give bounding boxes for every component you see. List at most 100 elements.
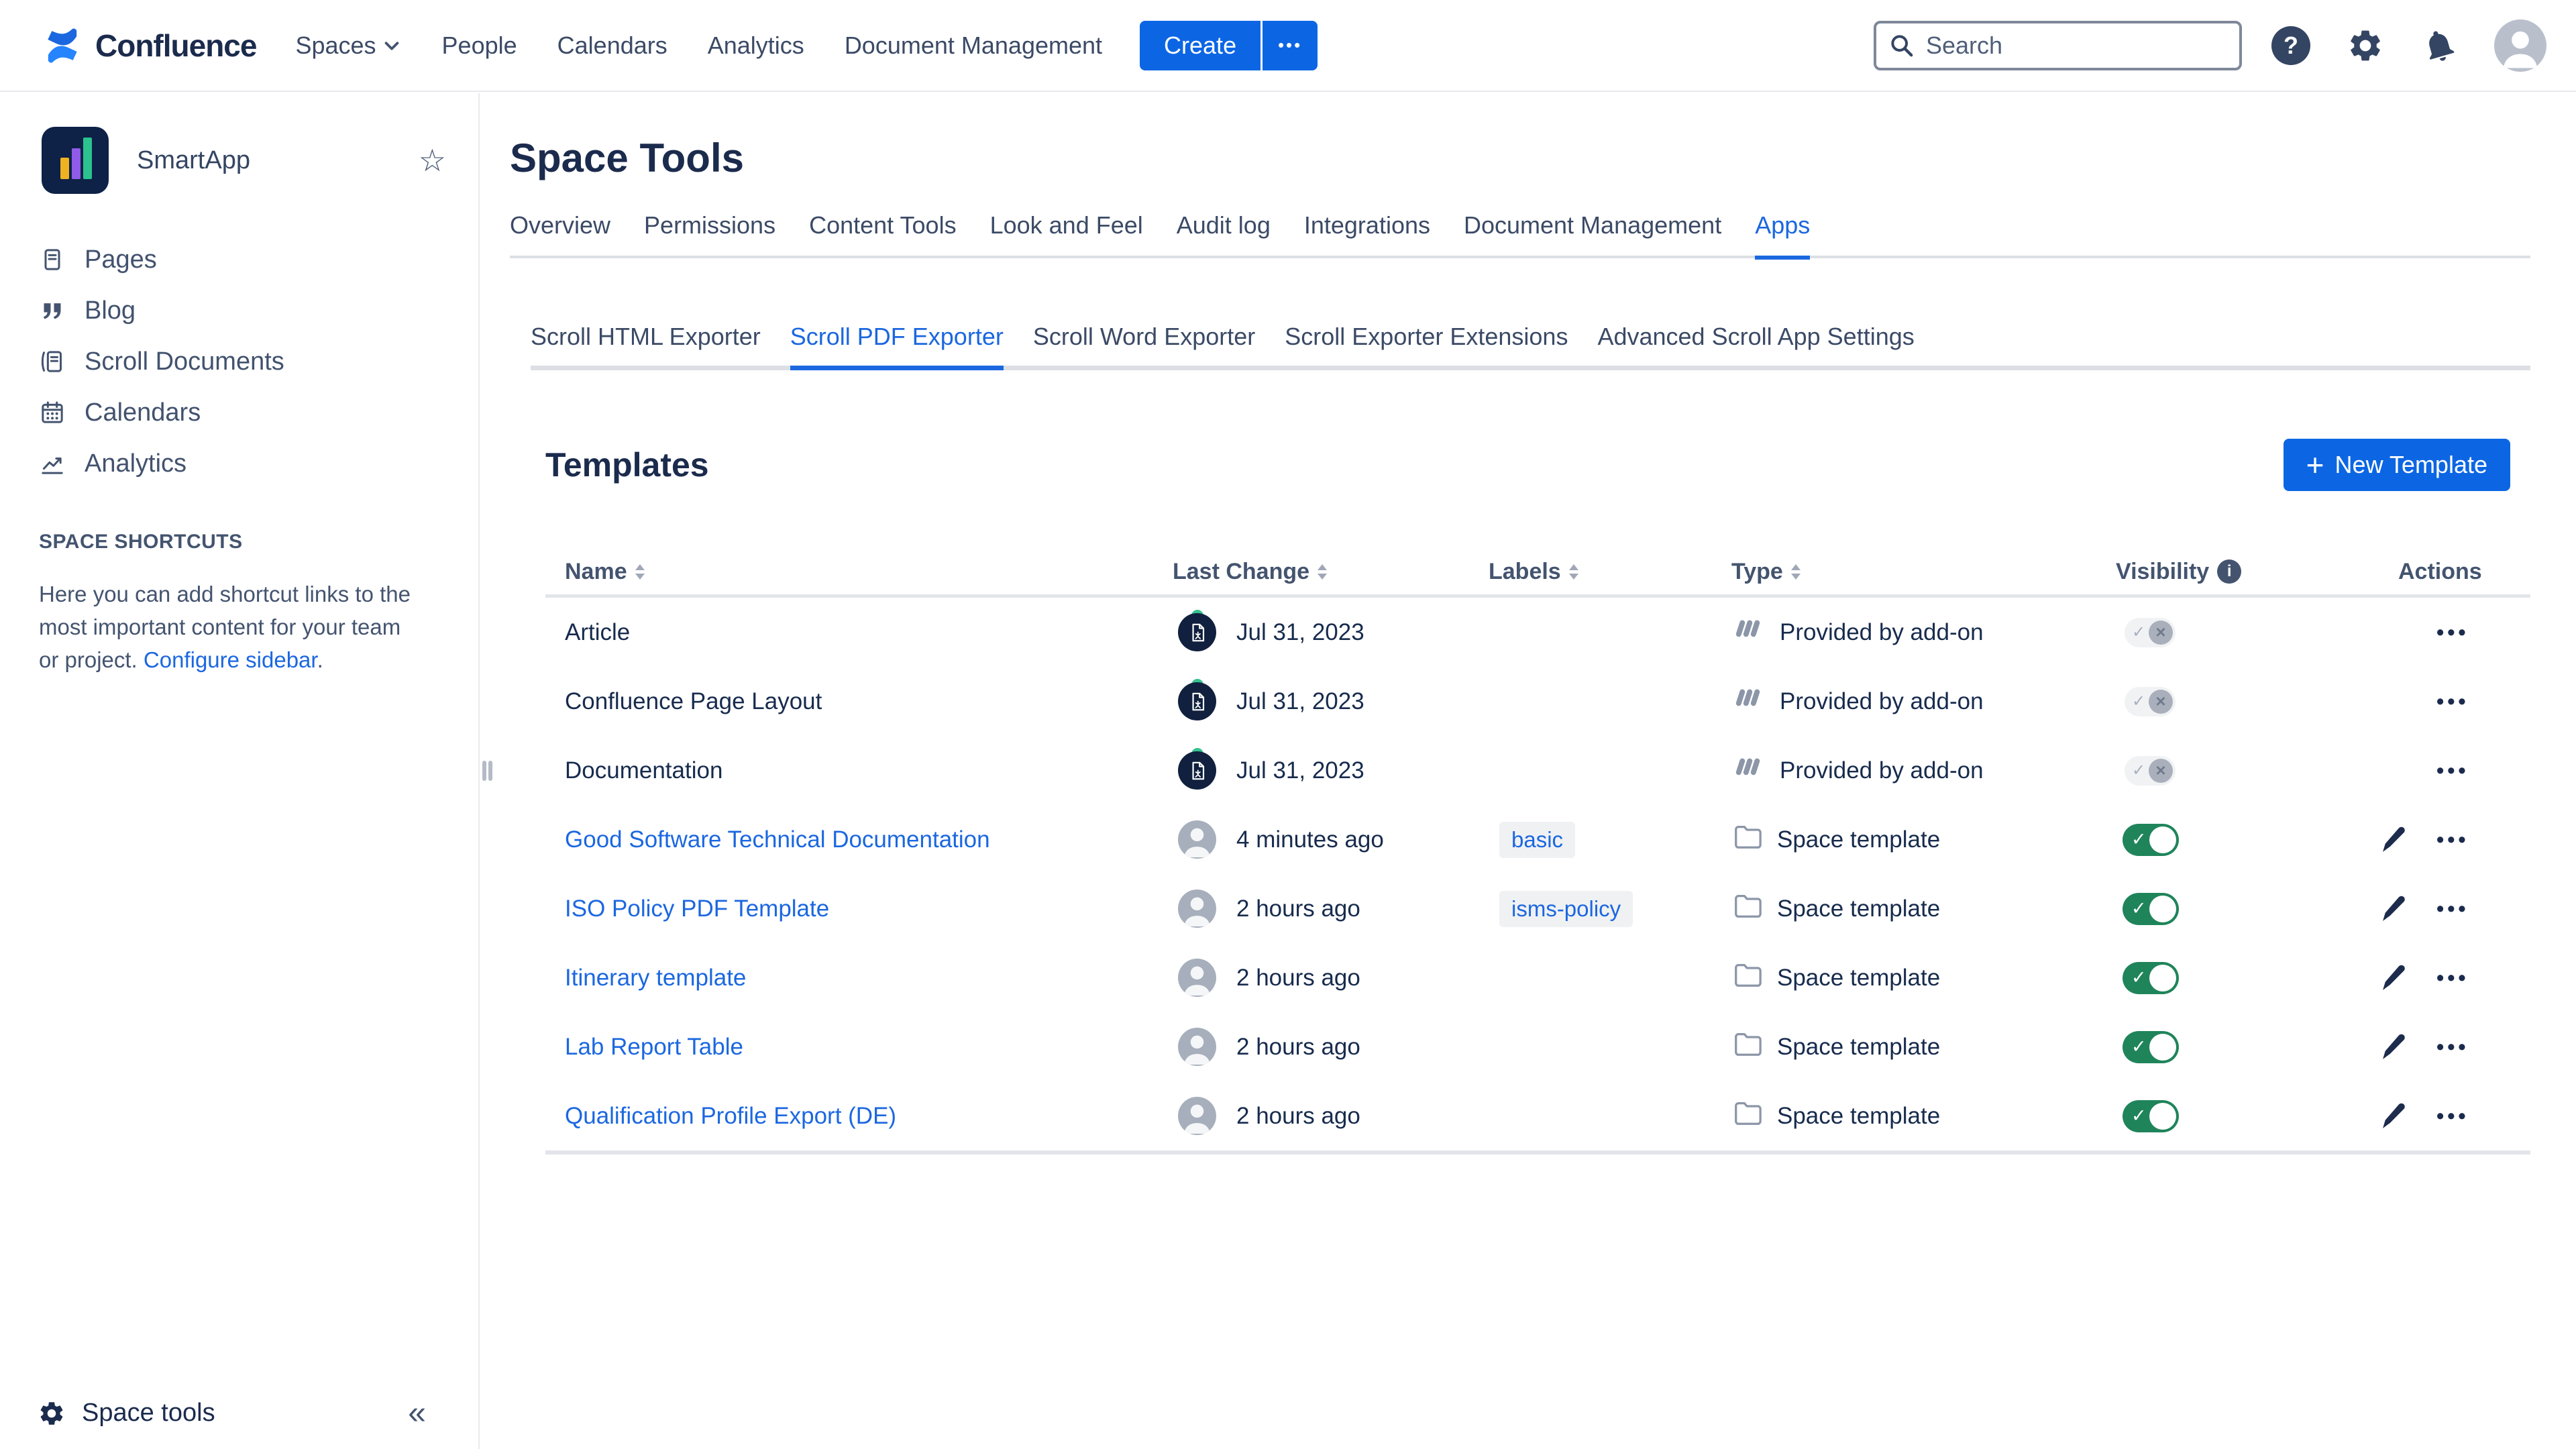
space-header: SmartApp ☆ [42,127,446,194]
table-row: Qualification Profile Export (DE) 2 hour… [545,1081,2530,1150]
visibility-toggle-locked: ✓× [2125,687,2176,716]
label-chip[interactable]: basic [1499,822,1575,858]
edit-icon[interactable] [2377,1032,2408,1063]
user-avatar-icon[interactable] [2494,19,2546,72]
visibility-toggle-on[interactable]: ✓ [2123,1100,2179,1132]
sidebar-item-label: Pages [85,246,157,274]
template-name[interactable]: Qualification Profile Export (DE) [565,1103,896,1130]
sidebar-item-analytics[interactable]: Analytics [0,438,478,489]
confluence-page: Confluence Spaces People Calendars Analytic… [0,0,2576,1449]
help-icon[interactable]: ? [2271,26,2310,65]
subtab-scroll-word-exporter[interactable]: Scroll Word Exporter [1033,323,1255,351]
top-nav-item-document-management[interactable]: Document Management [845,32,1102,60]
subtab-scroll-pdf-exporter[interactable]: Scroll PDF Exporter [790,323,1004,351]
template-name[interactable]: Good Software Technical Documentation [565,826,990,853]
row-menu-icon[interactable]: ••• [2436,1034,2469,1059]
column-header-label: Last Change [1173,559,1309,585]
column-header-label: Visibility [2116,559,2209,585]
space-logo[interactable] [42,127,109,194]
quote-icon [39,297,66,324]
top-nav-item-analytics[interactable]: Analytics [708,32,804,60]
edit-icon[interactable] [2377,824,2408,855]
calendar-icon [39,399,66,426]
sidebar-item-calendars[interactable]: Calendars [0,387,478,438]
template-name: Article [565,619,630,646]
create-button-group: Create ••• [1140,21,1318,70]
search-input[interactable] [1925,31,2196,60]
visibility-toggle-on[interactable]: ✓ [2123,824,2179,856]
subtab-scroll-exporter-extensions[interactable]: Scroll Exporter Extensions [1285,323,1568,351]
visibility-toggle-on[interactable]: ✓ [2123,1031,2179,1063]
star-icon[interactable]: ☆ [419,145,446,176]
visibility-toggle-on[interactable]: ✓ [2123,893,2179,925]
visibility-toggle-on[interactable]: ✓ [2123,962,2179,994]
row-menu-icon[interactable]: ••• [2436,827,2469,852]
sidebar-item-scroll-documents[interactable]: Scroll Documents [0,336,478,387]
top-nav-item-people[interactable]: People [442,32,517,60]
sidebar-item-label: Calendars [85,398,201,427]
edit-icon[interactable] [2377,894,2408,924]
top-nav-item-spaces[interactable]: Spaces [295,32,401,60]
row-menu-icon[interactable]: ••• [2436,1104,2469,1128]
subtab-scroll-html-exporter[interactable]: Scroll HTML Exporter [531,323,761,351]
search-icon [1888,32,1915,59]
user-avatar-icon [1178,959,1216,997]
row-menu-icon[interactable]: ••• [2436,758,2469,783]
column-header-last-change[interactable]: Last Change [1173,559,1489,585]
row-menu-icon[interactable]: ••• [2436,689,2469,714]
info-icon[interactable]: i [2217,559,2241,584]
collapse-sidebar-icon[interactable]: « [408,1395,426,1432]
tab-permissions[interactable]: Permissions [644,211,775,239]
gear-icon[interactable] [2347,27,2384,64]
column-header-label: Labels [1489,559,1561,585]
edit-icon[interactable] [2377,963,2408,994]
last-change-text: 2 hours ago [1236,1034,1360,1061]
sidebar-item-blog[interactable]: Blog [0,285,478,336]
confluence-logo[interactable]: Confluence [42,25,256,66]
edit-icon[interactable] [2377,1101,2408,1132]
sidebar: SmartApp ☆ Pages Blog Scroll Documents Cale… [0,93,480,1449]
last-change-text: 2 hours ago [1236,896,1360,922]
tab-audit-log[interactable]: Audit log [1177,211,1271,239]
sort-arrows-icon[interactable] [1791,564,1801,580]
row-menu-icon[interactable]: ••• [2436,620,2469,645]
template-name[interactable]: Lab Report Table [565,1034,743,1061]
folder-icon [1731,1097,1762,1134]
space-tools-footer[interactable]: Space tools « [38,1395,426,1432]
create-button[interactable]: Create [1140,21,1260,70]
tab-integrations[interactable]: Integrations [1304,211,1430,239]
sort-arrows-icon[interactable] [1318,564,1327,580]
tab-document-management[interactable]: Document Management [1464,211,1721,239]
template-name[interactable]: ISO Policy PDF Template [565,896,829,922]
table-row: Article Jul 31, 2023 [545,598,2530,667]
sort-arrows-icon[interactable] [1569,564,1578,580]
addon-avatar-icon [1178,751,1216,790]
configure-sidebar-link[interactable]: Configure sidebar [144,647,317,672]
bell-icon[interactable] [2416,22,2462,68]
top-nav-item-calendars[interactable]: Calendars [557,32,667,60]
page-icon [39,246,66,273]
sort-arrows-icon[interactable] [635,564,645,580]
column-header-name[interactable]: Name [545,559,1173,585]
row-menu-icon[interactable]: ••• [2436,896,2469,921]
column-header-labels[interactable]: Labels [1489,559,1731,585]
tab-overview[interactable]: Overview [510,211,610,239]
sidebar-item-pages[interactable]: Pages [0,234,478,285]
subtab-advanced-scroll-app-settings[interactable]: Advanced Scroll App Settings [1597,323,1914,351]
label-chip[interactable]: isms-policy [1499,891,1633,927]
last-change-text: 2 hours ago [1236,965,1360,991]
new-template-button[interactable]: + New Template [2284,439,2510,491]
column-header-type[interactable]: Type [1731,559,2116,585]
tab-apps[interactable]: Apps [1755,211,1810,239]
sidebar-item-label: Scroll Documents [85,347,284,376]
space-shortcuts-title: SPACE SHORTCUTS [39,531,478,553]
page-title: Space Tools [510,135,2530,182]
table-row: Confluence Page Layout Jul 31, 2023 [545,667,2530,736]
tab-content-tools[interactable]: Content Tools [809,211,956,239]
row-menu-icon[interactable]: ••• [2436,965,2469,990]
template-name[interactable]: Itinerary template [565,965,746,991]
tab-look-and-feel[interactable]: Look and Feel [990,211,1143,239]
create-more-button[interactable]: ••• [1263,21,1318,70]
last-change-text: Jul 31, 2023 [1236,688,1364,715]
user-avatar-icon [1178,1028,1216,1066]
